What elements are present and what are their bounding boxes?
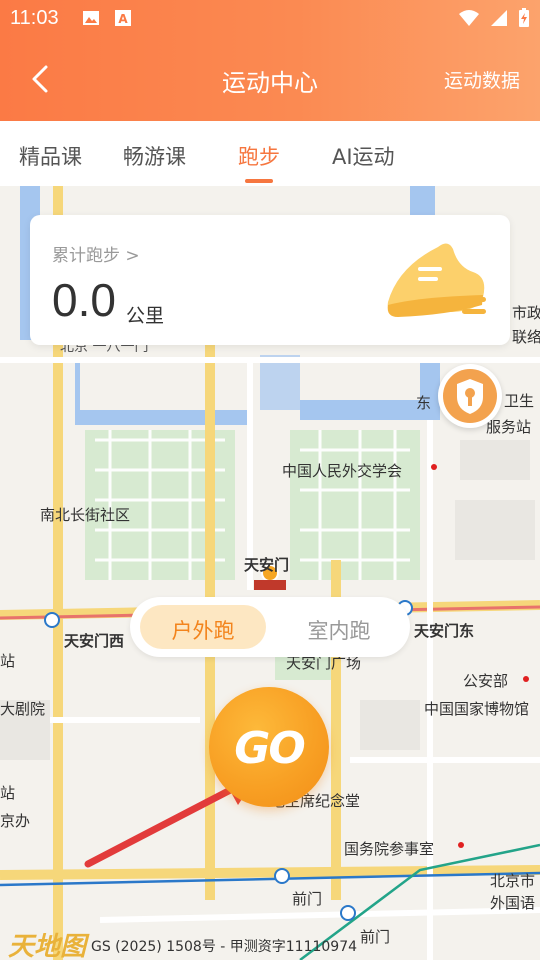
map-label: 京办 (0, 812, 31, 830)
map-label: 天安门 (244, 556, 290, 574)
map-label: 站 (0, 652, 16, 670)
app-notification-icon: A (115, 10, 131, 26)
map-label: 公安部 (463, 672, 509, 690)
sports-data-link[interactable]: 运动数据 (444, 66, 520, 93)
header-bar: 11:03 A 运动中心 运动数据 (0, 0, 540, 121)
distance-value: 0.0 (52, 274, 116, 326)
status-time: 11:03 (10, 7, 59, 29)
map-label: 天安门东 (414, 622, 475, 640)
outdoor-run-option[interactable]: 户外跑 (140, 615, 266, 645)
cumulative-running-link[interactable]: 累计跑步 > (52, 241, 140, 266)
map-label: 站 (0, 784, 16, 802)
tab-swim-course[interactable]: 畅游课 (123, 141, 186, 171)
battery-icon (519, 8, 529, 27)
image-notification-icon (83, 11, 99, 25)
map-label: 中国人民外交学会 (282, 462, 403, 480)
map-label: 联络 (512, 328, 540, 346)
category-tabs: 精品课 畅游课 跑步 AI运动 (0, 121, 540, 186)
map-label: 市政 (512, 304, 540, 322)
signal-icon (491, 10, 507, 26)
map-label: 中国国家博物馆 (424, 700, 530, 718)
go-button-label: GO (234, 723, 306, 774)
safety-badge[interactable] (438, 364, 502, 428)
run-stats-card[interactable]: 累计跑步 > 0.0 公里 (30, 215, 510, 345)
map-label: 南北长街社区 (40, 506, 131, 524)
map-label: 北京市 (490, 872, 536, 890)
map-label: 外国语 (490, 894, 536, 912)
svg-text:A: A (118, 12, 128, 26)
tab-running[interactable]: 跑步 (238, 141, 280, 171)
wifi-icon (459, 10, 479, 26)
running-shoe-icon (387, 243, 486, 317)
indoor-run-option[interactable]: 室内跑 (276, 615, 402, 645)
map-copyright: GS (2025) 1508号 - 甲测资字11110974 (91, 939, 358, 955)
map-label: 大剧院 (0, 700, 46, 718)
status-bar: 11:03 A (0, 0, 540, 38)
start-run-button[interactable]: GO (209, 687, 329, 807)
map-label: 卫生 (504, 392, 535, 410)
run-mode-switch: 户外跑 室内跑 (130, 597, 410, 657)
map-label: 天安门西 (64, 632, 125, 650)
map-label: 东 (416, 394, 432, 412)
active-tab-indicator (245, 179, 273, 183)
distance-unit: 公里 (126, 305, 165, 327)
map-label: 前门 (292, 890, 323, 908)
map-provider-logo: 天地图 (8, 932, 87, 960)
shield-key-icon (457, 379, 483, 414)
map-label: 前门 (360, 928, 391, 946)
map-label: 国务院参事室 (344, 840, 435, 858)
tab-premium-course[interactable]: 精品课 (19, 141, 82, 171)
tab-ai-sports[interactable]: AI运动 (332, 141, 395, 171)
